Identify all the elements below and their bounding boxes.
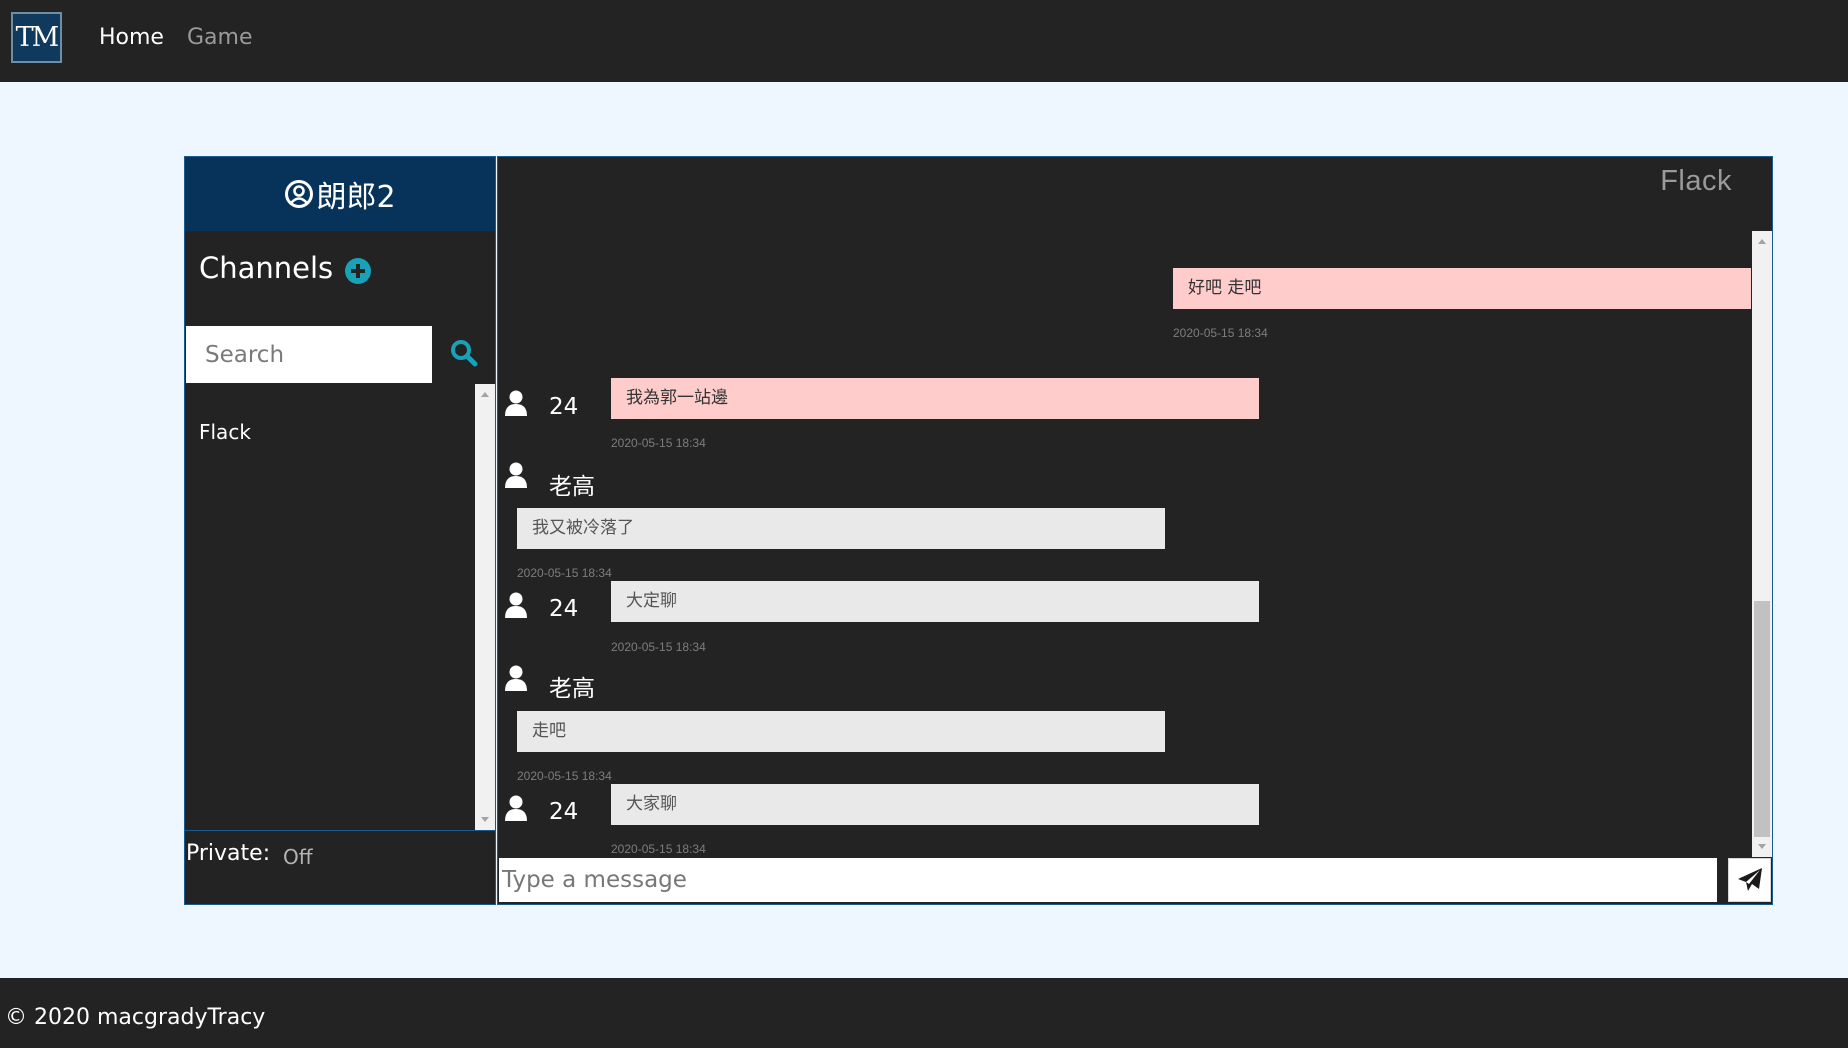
scrollbar-thumb[interactable]: [1754, 601, 1770, 837]
chat-panel: Flack 好吧 走吧 2020-05-15 18:34 24 我為郭一站邊 2…: [497, 156, 1773, 905]
message-timestamp: 2020-05-15 18:34: [611, 842, 706, 856]
send-button[interactable]: [1728, 858, 1771, 902]
copyright-text: © 2020 macgradyTracy: [5, 1005, 266, 1030]
message-composer: [499, 857, 1771, 904]
paper-plane-icon: [1737, 868, 1762, 891]
user-avatar-icon: [505, 390, 527, 416]
message-sender: 老高: [549, 676, 595, 702]
message-timestamp: 2020-05-15 18:34: [1173, 326, 1268, 340]
channel-item[interactable]: Flack: [199, 420, 251, 444]
message-sender: 24: [549, 394, 579, 420]
message-bubble: 大定聊: [611, 581, 1259, 622]
channel-list-scrollbar[interactable]: [475, 384, 495, 830]
search-icon[interactable]: [449, 338, 479, 368]
sidebar-divider: [185, 830, 495, 831]
brand-logo[interactable]: TM: [11, 12, 62, 63]
message-bubble: 大家聊: [611, 784, 1259, 825]
user-header: 朗郎2: [185, 157, 495, 231]
username: 朗郎2: [316, 180, 396, 215]
message-bubble: 走吧: [517, 711, 1165, 752]
message-input[interactable]: [499, 858, 1717, 902]
top-navbar: TM Home Game: [0, 0, 1848, 82]
message-timestamp: 2020-05-15 18:34: [517, 769, 612, 783]
message-bubble: 我又被冷落了: [517, 508, 1165, 549]
private-label: Private:: [186, 841, 271, 866]
private-toggle[interactable]: Off: [283, 845, 313, 869]
scroll-up-arrow-icon[interactable]: [1758, 239, 1766, 244]
page-footer: © 2020 macgradyTracy: [0, 978, 1848, 1048]
message-timestamp: 2020-05-15 18:34: [611, 436, 706, 450]
channel-title: Flack: [1660, 165, 1732, 197]
channels-heading: Channels: [199, 251, 334, 285]
message-sender: 老高: [549, 474, 595, 500]
message-sender: 24: [549, 596, 579, 622]
scroll-down-arrow-icon[interactable]: [481, 817, 489, 822]
user-circle-icon: [285, 180, 314, 208]
channel-list: Flack: [185, 384, 475, 830]
user-avatar-icon: [505, 665, 527, 691]
message-timestamp: 2020-05-15 18:34: [611, 640, 706, 654]
user-avatar-icon: [505, 592, 527, 618]
own-message-bubble: 好吧 走吧: [1173, 268, 1751, 309]
user-avatar-icon: [505, 795, 527, 821]
user-avatar-icon: [505, 462, 527, 488]
message-timestamp: [610, 231, 613, 232]
channel-search-input[interactable]: [186, 326, 432, 383]
nav-game-link[interactable]: Game: [187, 25, 253, 50]
channel-sidebar: 朗郎2 Channels Flack Private: Off: [184, 156, 496, 905]
message-list: 好吧 走吧 2020-05-15 18:34 24 我為郭一站邊 2020-05…: [498, 231, 1752, 857]
add-channel-icon[interactable]: [345, 258, 371, 284]
cut-off-timestamp: [610, 231, 730, 234]
message-list-scrollbar[interactable]: [1752, 231, 1772, 857]
scroll-up-arrow-icon[interactable]: [481, 392, 489, 397]
message-timestamp: 2020-05-15 18:34: [517, 566, 612, 580]
scroll-down-arrow-icon[interactable]: [1758, 844, 1766, 849]
message-sender: 24: [549, 799, 579, 825]
nav-home-link[interactable]: Home: [99, 25, 164, 50]
message-bubble: 我為郭一站邊: [611, 378, 1259, 419]
